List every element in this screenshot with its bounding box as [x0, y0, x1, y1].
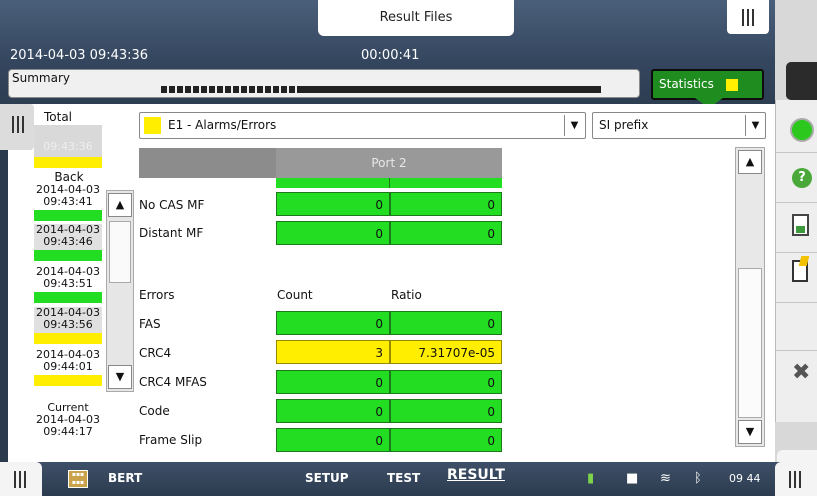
wifi-icon: ≋	[660, 471, 671, 486]
prefix-select[interactable]: SI prefix ▼	[592, 112, 766, 139]
table-cell: 0	[276, 311, 390, 335]
count-column-header: Count	[277, 288, 313, 302]
history-entry[interactable]: 2014-04-03 09:43:41	[34, 184, 102, 221]
table-cell: 3	[276, 340, 390, 364]
back-label: Back	[54, 170, 84, 184]
bottom-taskbar: ▪▪▪ ▪▪▪ BERT SETUP TEST RESULT ▮ ■ ≋ ᛒ 09…	[0, 462, 817, 496]
total-entry[interactable]: 09:43:36	[34, 125, 102, 168]
entry-status-bar	[34, 375, 102, 386]
event-log-icon[interactable]	[792, 260, 808, 282]
table-cell: 0	[276, 370, 390, 394]
history-scroll-thumb[interactable]	[109, 221, 131, 283]
table-scrollbar[interactable]: ▲ ▼	[735, 147, 765, 447]
history-panel-handle[interactable]	[0, 104, 34, 150]
row-label: FAS	[139, 317, 161, 331]
table-cell: 0	[276, 221, 390, 245]
entry-status-bar	[34, 292, 102, 303]
history-panel: Total 09:43:36 Back 2014-04-03 09:43:41 …	[30, 104, 134, 462]
status-cell	[390, 178, 502, 188]
current-entry[interactable]: Current 2014-04-03 09:44:17	[34, 402, 102, 438]
row-label: Distant MF	[139, 226, 204, 240]
table-cell: 0	[276, 192, 390, 216]
export-icon: ■	[626, 471, 639, 486]
help-icon[interactable]: ?	[792, 168, 812, 188]
entry-time: 09:43:41	[43, 195, 93, 208]
table-scroll-thumb[interactable]	[738, 268, 762, 418]
row-label: Frame Slip	[139, 433, 203, 447]
history-scrollbar[interactable]: ▲ ▼	[106, 190, 134, 392]
view-select[interactable]: E1 - Alarms/Errors ▼	[139, 112, 586, 139]
statistics-button[interactable]: Statistics	[651, 69, 764, 100]
table-cell: 0	[390, 399, 502, 423]
tab-result[interactable]: RESULT	[447, 467, 505, 483]
table-cell: 0	[390, 428, 502, 452]
row-label: CRC4	[139, 346, 172, 360]
view-status-swatch	[144, 117, 161, 134]
table-cell: 0	[390, 370, 502, 394]
table-scroll-up-icon[interactable]: ▲	[738, 150, 762, 174]
chevron-down-icon[interactable]: ▼	[564, 115, 584, 136]
bert-app-icon[interactable]: ▪▪▪ ▪▪▪	[68, 470, 88, 488]
table-header: Port 2	[139, 148, 502, 178]
power-battery-icon: ▮	[587, 471, 595, 486]
row-label: CRC4 MFAS	[139, 375, 207, 389]
view-select-value: E1 - Alarms/Errors	[168, 118, 277, 132]
right-panel-tab[interactable]	[786, 62, 817, 100]
summary-label: Summary	[12, 71, 70, 85]
table-cell: 7.31707e-05	[390, 340, 502, 364]
table-cell: 0	[390, 311, 502, 335]
table-cell: 0	[390, 192, 502, 216]
elapsed-time: 00:00:41	[361, 48, 420, 63]
entry-time: 09:44:01	[43, 360, 93, 373]
clock: 09 44	[729, 472, 761, 485]
test-start-datetime: 2014-04-03 09:43:36	[10, 48, 149, 63]
history-entry[interactable]: 2014-04-03 09:43:56	[34, 307, 102, 344]
statistics-status-led	[726, 79, 738, 91]
table-cell: 0	[390, 221, 502, 245]
row-label: No CAS MF	[139, 198, 205, 212]
history-entry[interactable]: 2014-04-03 09:44:01	[34, 349, 102, 386]
entry-status-bar	[34, 250, 102, 261]
bottom-right-grip[interactable]	[775, 462, 817, 496]
entry-time: 09:43:56	[43, 318, 93, 331]
total-status-bar	[34, 157, 102, 168]
entry-time: 09:43:46	[43, 235, 93, 248]
tab-test[interactable]: TEST	[387, 471, 420, 485]
close-icon[interactable]: ✖	[792, 360, 810, 385]
ratio-column-header: Ratio	[391, 288, 422, 302]
bottom-left-menu-handle[interactable]	[0, 462, 42, 496]
history-entry[interactable]: 2014-04-03 09:43:51	[34, 266, 102, 303]
statistics-label: Statistics	[659, 77, 714, 91]
chevron-down-icon[interactable]: ▼	[745, 115, 765, 136]
entry-status-bar	[34, 333, 102, 344]
top-header: Result Files 2014-04-03 09:43:36 00:00:4…	[0, 0, 775, 108]
history-entry[interactable]: 2014-04-03 09:43:46	[34, 224, 102, 261]
table-cell: 0	[276, 428, 390, 452]
total-label: Total	[43, 110, 73, 124]
prefix-select-value: SI prefix	[599, 118, 649, 132]
entry-status-bar	[34, 210, 102, 221]
app-name: BERT	[108, 471, 143, 485]
test-status-icon[interactable]	[790, 118, 814, 142]
entry-time: 09:43:51	[43, 277, 93, 290]
errors-header: Errors	[139, 288, 175, 302]
top-right-menu-handle[interactable]	[727, 0, 769, 34]
status-cell	[276, 178, 390, 188]
bluetooth-icon: ᛒ	[694, 471, 702, 486]
total-time: 09:43:36	[43, 140, 93, 153]
port-header: Port 2	[276, 148, 502, 178]
table-cell: 0	[276, 399, 390, 423]
history-scroll-down-icon[interactable]: ▼	[108, 365, 132, 389]
table-scroll-down-icon[interactable]: ▼	[738, 420, 762, 444]
right-side-toolbar: ? ✖	[775, 0, 817, 496]
row-label: Code	[139, 404, 170, 418]
current-time: 09:44:17	[43, 425, 93, 438]
summary-progress-fill	[299, 86, 601, 93]
summary-bar[interactable]: Summary	[8, 69, 640, 98]
tab-setup[interactable]: SETUP	[305, 471, 349, 485]
report-icon[interactable]	[792, 214, 809, 236]
history-scroll-up-icon[interactable]: ▲	[108, 193, 132, 217]
result-files-tab[interactable]: Result Files	[318, 0, 514, 36]
